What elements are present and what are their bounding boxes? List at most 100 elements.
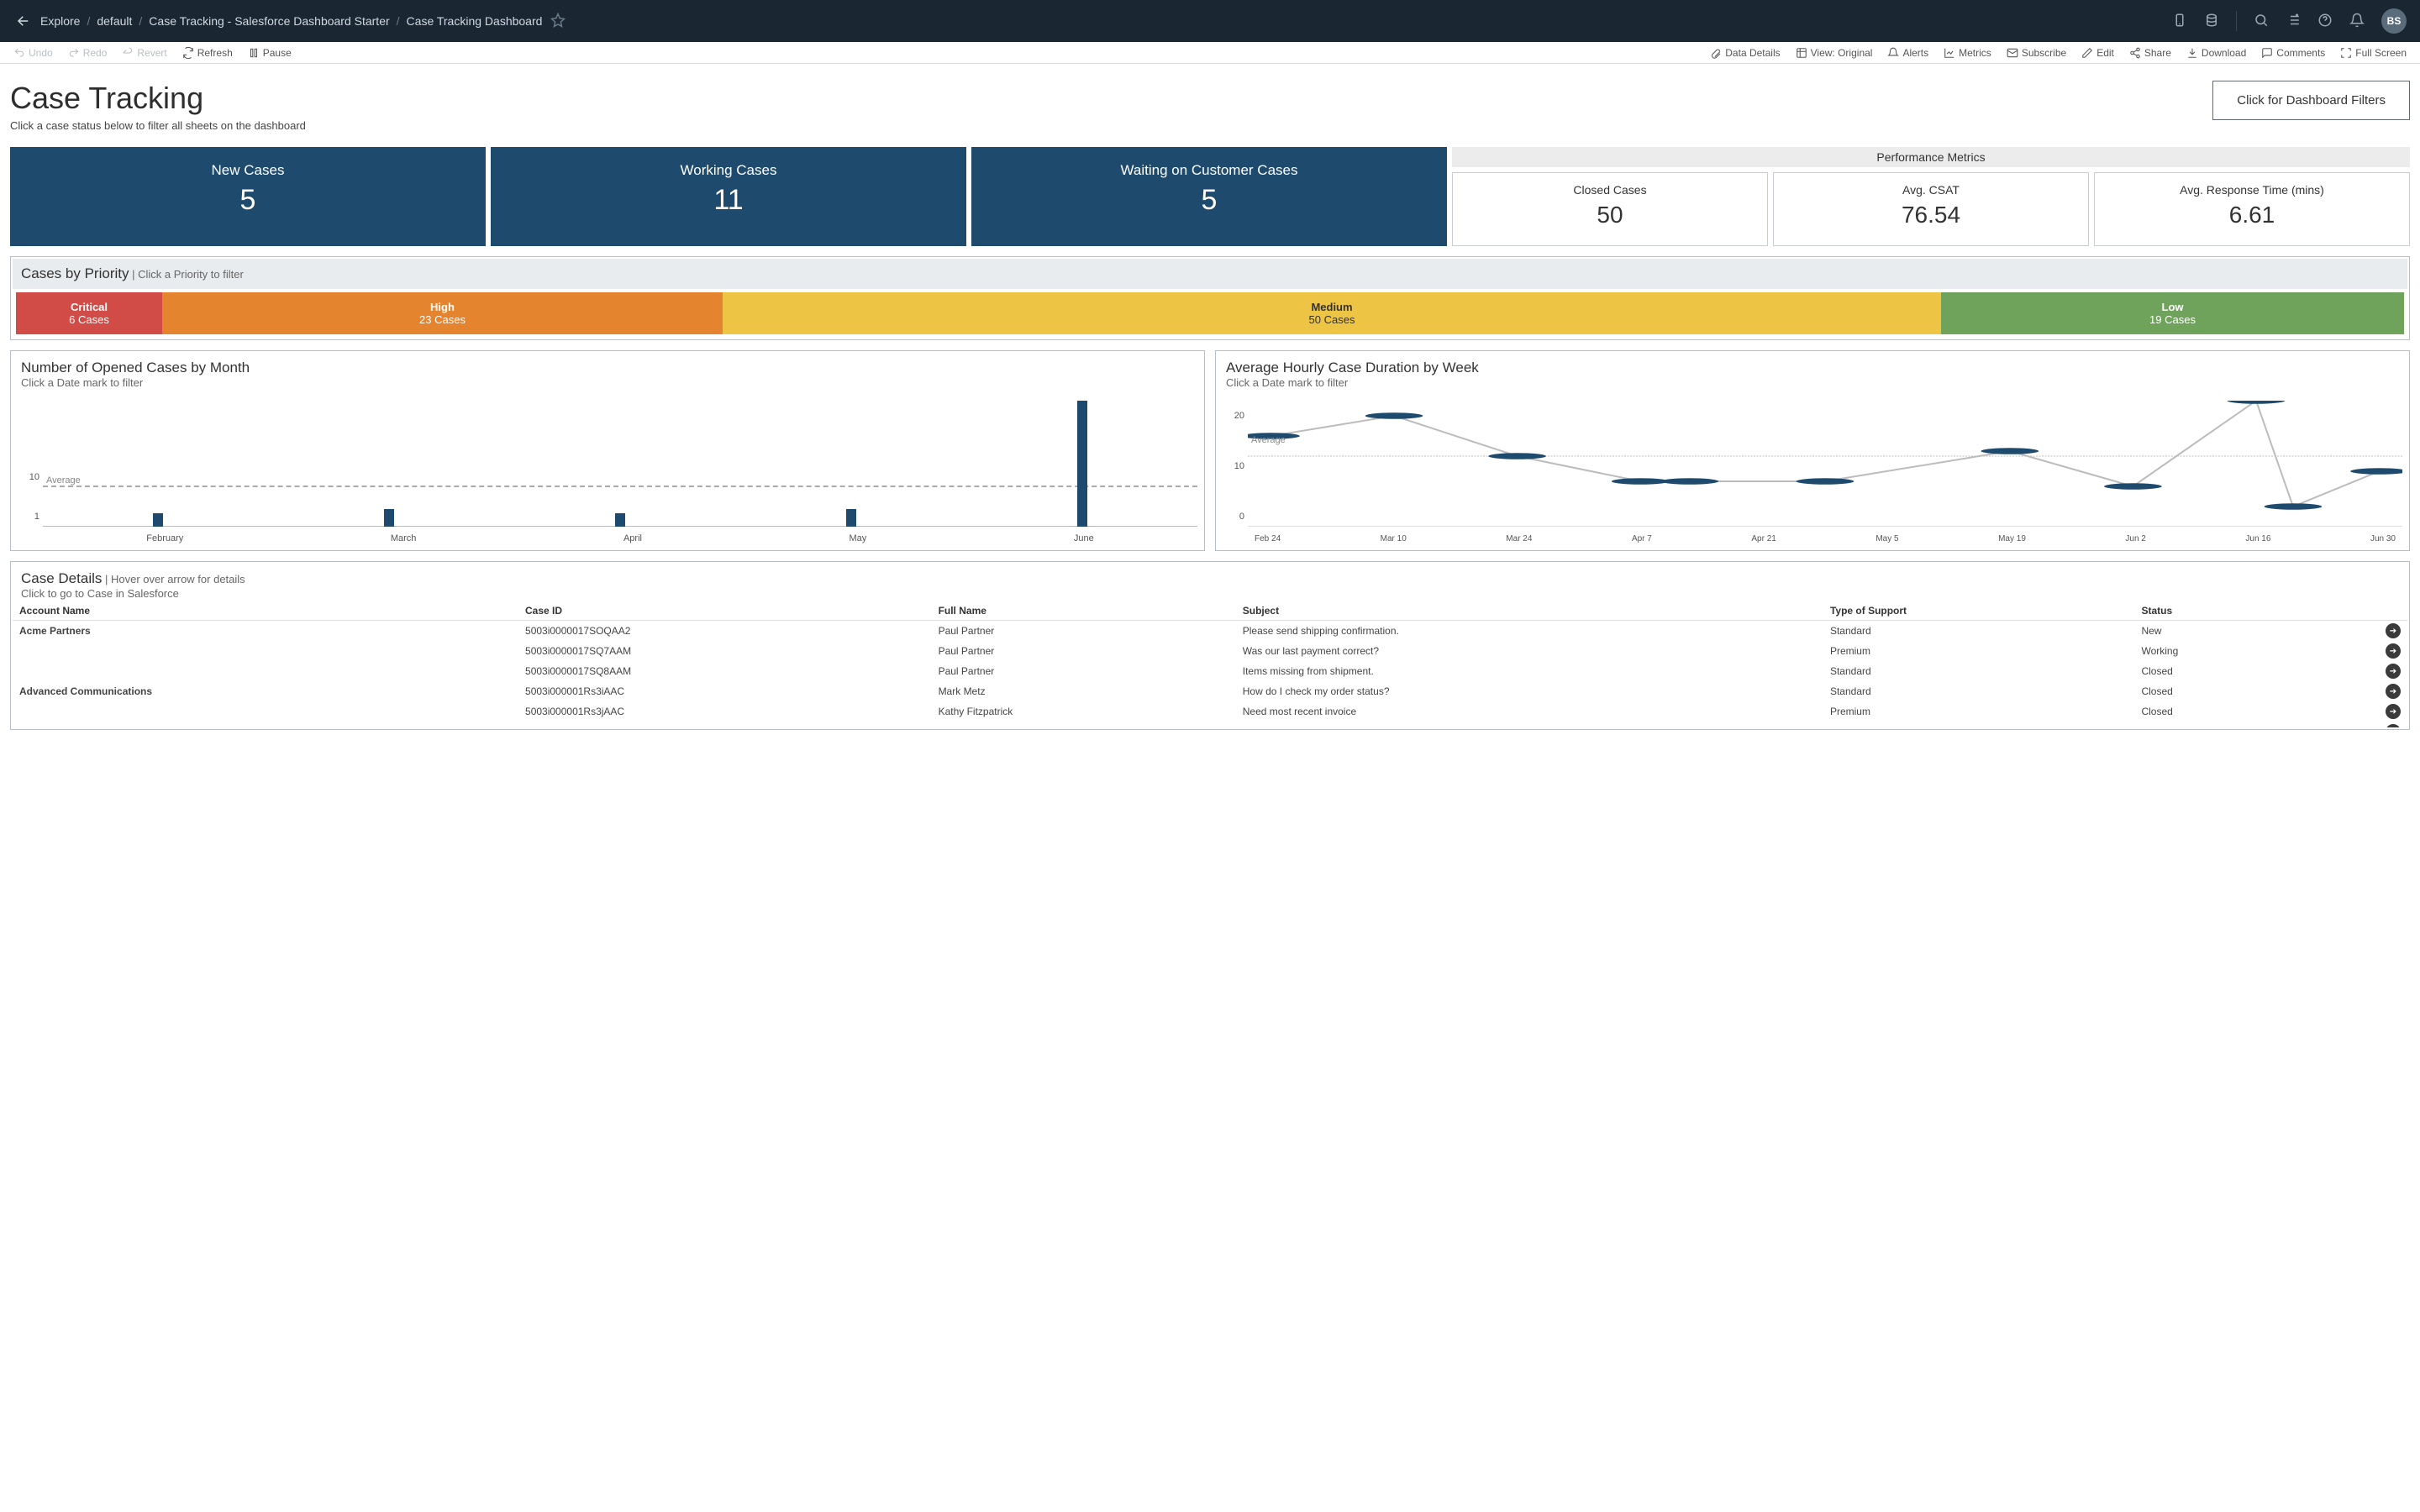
status-tile-1[interactable]: Working Cases11 bbox=[491, 147, 966, 246]
device-icon[interactable] bbox=[2172, 13, 2187, 30]
y-tick: 10 bbox=[1234, 461, 1244, 471]
line-point-10[interactable] bbox=[2350, 468, 2402, 475]
bar-May[interactable] bbox=[846, 509, 856, 527]
line-point-1[interactable] bbox=[1365, 412, 1423, 419]
line-point-9[interactable] bbox=[2265, 503, 2323, 510]
notifications-icon[interactable] bbox=[2349, 13, 2365, 30]
row-arrow-icon[interactable]: ➔ bbox=[2386, 643, 2401, 659]
line-point-8[interactable] bbox=[2228, 401, 2286, 404]
priority-name: High bbox=[162, 301, 723, 313]
perf-tile-0: Closed Cases50 bbox=[1452, 172, 1768, 246]
cell: New bbox=[2134, 621, 2308, 642]
row-arrow-icon[interactable]: ➔ bbox=[2386, 664, 2401, 679]
col-header: Full Name bbox=[932, 601, 1236, 621]
bar-February[interactable] bbox=[153, 513, 163, 527]
avatar[interactable]: BS bbox=[2381, 8, 2407, 34]
share-button[interactable]: Share bbox=[2129, 47, 2171, 59]
line-point-6[interactable] bbox=[1981, 448, 2039, 454]
subscribe-button[interactable]: Subscribe bbox=[2007, 47, 2066, 59]
breadcrumb-sep: / bbox=[139, 14, 142, 28]
cell: Premium bbox=[1823, 701, 2135, 722]
line-point-3[interactable] bbox=[1612, 478, 1670, 485]
bar-June[interactable] bbox=[1077, 401, 1087, 527]
cell bbox=[13, 701, 518, 722]
cell: Acme Partners bbox=[13, 621, 518, 642]
revert-button[interactable]: Revert bbox=[122, 47, 166, 59]
cell: Closed bbox=[2134, 661, 2308, 681]
table-row[interactable]: 5003i000001Rs3jAACKathy FitzpatrickNeed … bbox=[13, 701, 2407, 722]
edit-button[interactable]: Edit bbox=[2081, 47, 2114, 59]
table-hint: | Hover over arrow for details bbox=[105, 573, 245, 585]
status-tile-label: New Cases bbox=[10, 162, 486, 179]
revert-label: Revert bbox=[137, 47, 166, 59]
table-row[interactable]: 5003i000001Rs3uAACMark MetzWhat are your… bbox=[13, 722, 2407, 727]
status-tile-label: Working Cases bbox=[491, 162, 966, 179]
data-details-label: Data Details bbox=[1725, 47, 1780, 59]
undo-button[interactable]: Undo bbox=[13, 47, 53, 59]
redo-button[interactable]: Redo bbox=[68, 47, 108, 59]
cell: Standard bbox=[1823, 681, 2135, 701]
line-chart-title: Average Hourly Case Duration by Week bbox=[1226, 360, 1479, 375]
table-row[interactable]: 5003i0000017SQ8AAMPaul PartnerItems miss… bbox=[13, 661, 2407, 681]
cell: 5003i000001Rs3iAAC bbox=[518, 681, 932, 701]
pause-label: Pause bbox=[263, 47, 292, 59]
help-icon[interactable] bbox=[2317, 13, 2333, 30]
list-icon[interactable] bbox=[2286, 13, 2301, 30]
comments-button[interactable]: Comments bbox=[2261, 47, 2325, 59]
priority-count: 19 Cases bbox=[1941, 313, 2404, 326]
alerts-button[interactable]: Alerts bbox=[1887, 47, 1928, 59]
priority-medium[interactable]: Medium50 Cases bbox=[723, 292, 1941, 334]
y-tick: 0 bbox=[1239, 512, 1244, 522]
datasource-icon[interactable] bbox=[2204, 13, 2219, 30]
line-point-5[interactable] bbox=[1797, 478, 1854, 485]
col-header: Account Name bbox=[13, 601, 518, 621]
download-button[interactable]: Download bbox=[2186, 47, 2246, 59]
pause-button[interactable]: Pause bbox=[248, 47, 292, 59]
bar-April[interactable] bbox=[615, 513, 625, 527]
cell: Standard bbox=[1823, 722, 2135, 727]
bar-chart-title: Number of Opened Cases by Month bbox=[21, 360, 250, 375]
x-label: April bbox=[623, 533, 642, 543]
priority-high[interactable]: High23 Cases bbox=[162, 292, 723, 334]
refresh-button[interactable]: Refresh bbox=[182, 47, 233, 59]
bar-chart-card: Number of Opened Cases by Month Click a … bbox=[10, 350, 1205, 551]
undo-label: Undo bbox=[29, 47, 53, 59]
table-row[interactable]: 5003i0000017SQ7AAMPaul PartnerWas our la… bbox=[13, 641, 2407, 661]
priority-critical[interactable]: Critical6 Cases bbox=[16, 292, 162, 334]
view-button[interactable]: View: Original bbox=[1796, 47, 1873, 59]
priority-count: 50 Cases bbox=[723, 313, 1941, 326]
topbar: Explore / default / Case Tracking - Sale… bbox=[0, 0, 2420, 42]
x-label: Feb 24 bbox=[1255, 534, 1281, 543]
line-point-7[interactable] bbox=[2104, 483, 2162, 490]
table-row[interactable]: Acme Partners5003i0000017SOQAA2Paul Part… bbox=[13, 621, 2407, 642]
metrics-button[interactable]: Metrics bbox=[1944, 47, 1991, 59]
data-details-button[interactable]: Data Details bbox=[1710, 47, 1780, 59]
perf-tile-label: Avg. Response Time (mins) bbox=[2095, 183, 2409, 197]
cell: 5003i0000017SOQAA2 bbox=[518, 621, 932, 642]
table-row[interactable]: Advanced Communications5003i000001Rs3iAA… bbox=[13, 681, 2407, 701]
performance-metrics-header: Performance Metrics bbox=[1452, 147, 2410, 167]
breadcrumb-current: Case Tracking Dashboard bbox=[407, 14, 543, 28]
dashboard-filters-button[interactable]: Click for Dashboard Filters bbox=[2212, 81, 2410, 120]
col-header-arrow bbox=[2308, 601, 2407, 621]
breadcrumb-explore[interactable]: Explore bbox=[40, 14, 80, 28]
bar-March[interactable] bbox=[384, 509, 394, 527]
status-tile-2[interactable]: Waiting on Customer Cases5 bbox=[971, 147, 1447, 246]
breadcrumb-default[interactable]: default bbox=[97, 14, 132, 28]
line-point-4[interactable] bbox=[1660, 478, 1718, 485]
row-arrow-icon[interactable]: ➔ bbox=[2386, 724, 2401, 727]
cell: Kathy Fitzpatrick bbox=[932, 701, 1236, 722]
fullscreen-button[interactable]: Full Screen bbox=[2340, 47, 2407, 59]
status-tile-value: 5 bbox=[10, 184, 486, 217]
back-button[interactable] bbox=[13, 11, 34, 31]
row-arrow-icon[interactable]: ➔ bbox=[2386, 684, 2401, 699]
case-details-table: Account NameCase IDFull NameSubjectType … bbox=[13, 601, 2407, 727]
search-icon[interactable] bbox=[2254, 13, 2269, 30]
row-arrow-icon[interactable]: ➔ bbox=[2386, 623, 2401, 638]
favorite-icon[interactable] bbox=[550, 13, 566, 30]
line-point-2[interactable] bbox=[1488, 453, 1546, 459]
status-tile-0[interactable]: New Cases 5 bbox=[10, 147, 486, 246]
row-arrow-icon[interactable]: ➔ bbox=[2386, 704, 2401, 719]
priority-low[interactable]: Low19 Cases bbox=[1941, 292, 2404, 334]
breadcrumb-workbook[interactable]: Case Tracking - Salesforce Dashboard Sta… bbox=[149, 14, 389, 28]
